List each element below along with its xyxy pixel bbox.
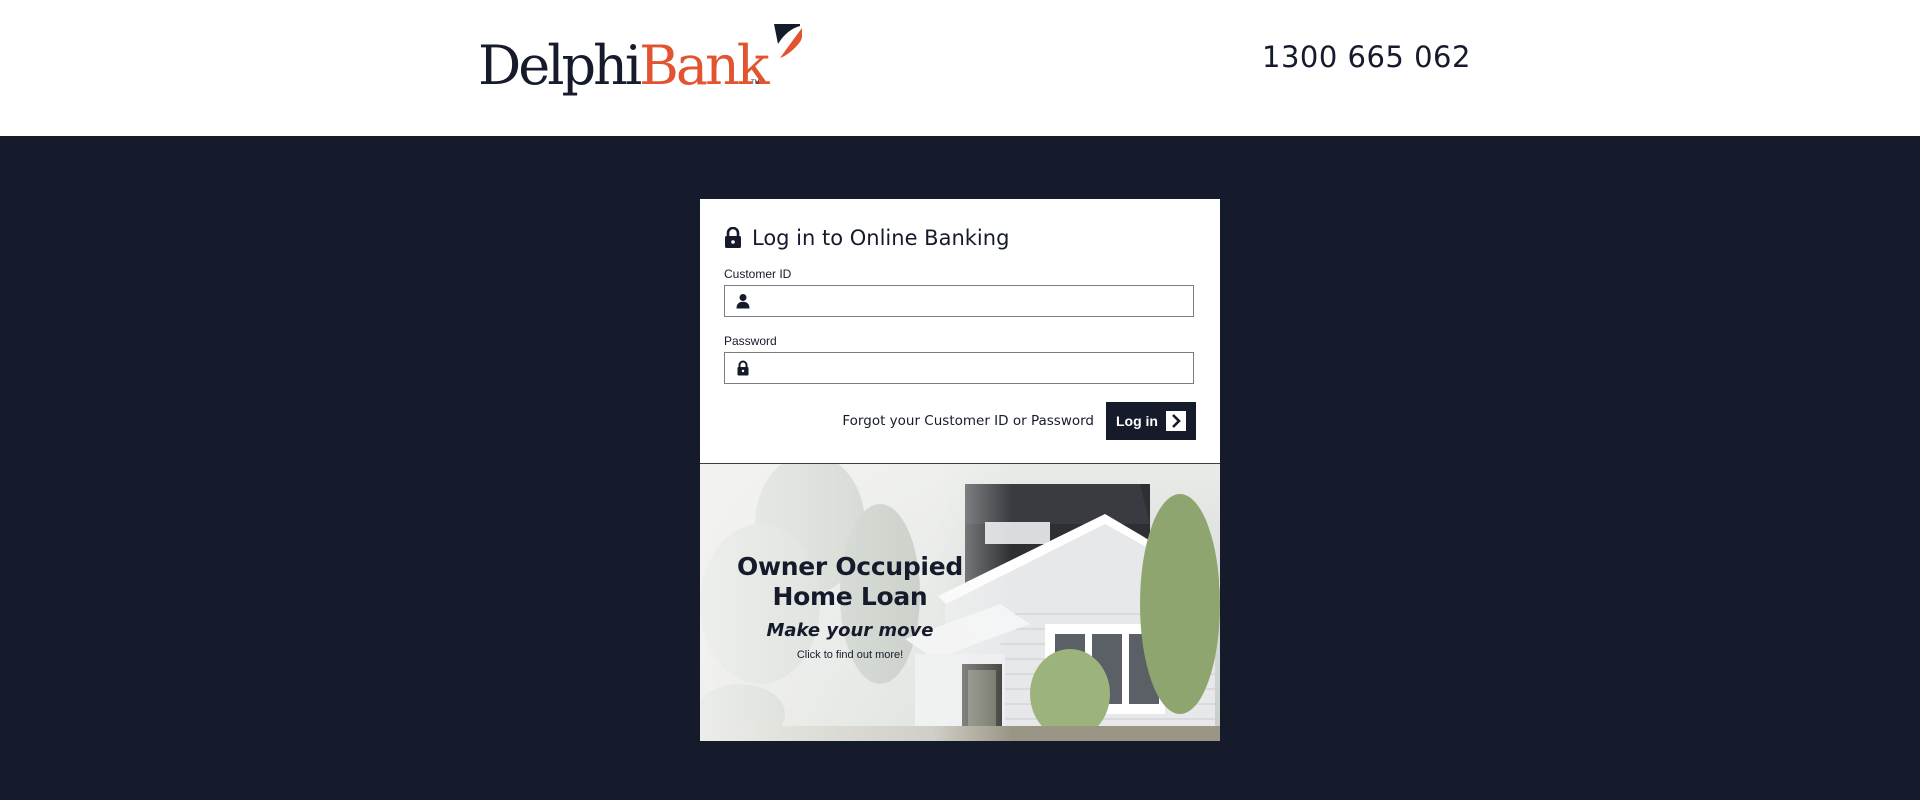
site-header: DelphiBank TM 1300 665 062: [0, 0, 1920, 136]
customer-id-field[interactable]: [724, 285, 1194, 318]
promo-headline: Owner Occupied Home Loan: [737, 552, 963, 611]
home-loan-promo-banner[interactable]: Owner Occupied Home Loan Make your move …: [700, 464, 1220, 741]
login-title: Log in to Online Banking: [752, 226, 1010, 250]
phone-number[interactable]: 1300 665 062: [1262, 40, 1471, 74]
promo-tagline: Make your move: [766, 620, 934, 641]
login-button[interactable]: Log in: [1106, 402, 1196, 440]
password-input[interactable]: [759, 353, 1193, 385]
customer-id-input[interactable]: [759, 286, 1193, 318]
chevron-right-icon: [1166, 411, 1186, 431]
password-label: Password: [724, 334, 777, 348]
padlock-icon: [725, 227, 741, 248]
login-button-label: Log in: [1116, 413, 1158, 429]
logo-leaf-icon: [774, 24, 802, 58]
logo-wordmark: DelphiBank: [478, 34, 770, 97]
promo-copy: Owner Occupied Home Loan Make your move …: [722, 552, 978, 661]
login-heading: Log in to Online Banking: [724, 223, 1009, 253]
delphi-bank-logo[interactable]: DelphiBank TM: [478, 22, 802, 102]
logo-wordmark-delphi: Delphi: [478, 34, 642, 97]
login-actions: Forgot your Customer ID or Password Log …: [724, 402, 1196, 440]
promo-cta: Click to find out more!: [796, 649, 904, 661]
padlock-icon: [737, 360, 749, 376]
user-icon: [736, 294, 750, 309]
forgot-credentials-link[interactable]: Forgot your Customer ID or Password: [842, 413, 1094, 429]
customer-id-label: Customer ID: [724, 267, 792, 281]
password-field[interactable]: [724, 352, 1194, 385]
login-panel: Log in to Online Banking Customer ID Pas…: [700, 199, 1220, 741]
logo-trademark: TM: [751, 80, 760, 86]
